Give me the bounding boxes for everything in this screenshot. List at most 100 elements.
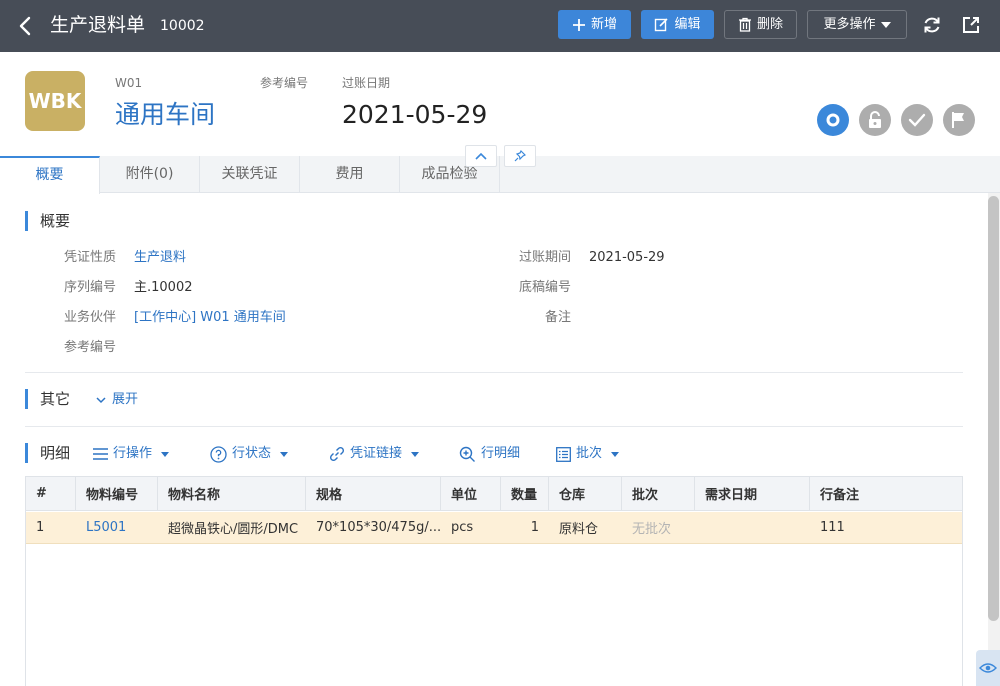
detail-section-title: 明细 bbox=[25, 443, 70, 463]
row-status-menu[interactable]: 行状态 bbox=[210, 445, 289, 463]
flag-icon bbox=[952, 112, 964, 128]
other-section-title: 其它 bbox=[25, 389, 70, 409]
voucher-link-label: 凭证链接 bbox=[350, 446, 403, 461]
list-icon bbox=[93, 448, 108, 460]
pin-icon bbox=[514, 150, 526, 162]
add-button[interactable]: 新增 bbox=[558, 10, 631, 39]
posting-date-label: 过账日期 bbox=[342, 76, 391, 90]
voucher-type-value[interactable]: 生产退料 bbox=[134, 249, 186, 267]
voucher-link-menu[interactable]: 凭证链接 bbox=[329, 445, 420, 463]
link-icon bbox=[329, 446, 345, 462]
serial-number-label: 序列编号 bbox=[63, 280, 116, 295]
column-header: 批次 bbox=[622, 477, 695, 510]
partner-name: 通用车间 bbox=[115, 100, 216, 129]
edit-icon bbox=[655, 18, 669, 32]
partner-value[interactable]: [工作中心] W01 通用车间 bbox=[134, 309, 286, 327]
detail-table: # 物料编号 物料名称 规格 单位 数量 仓库 批次 需求日期 行备注 1 L5… bbox=[25, 476, 963, 686]
eye-icon bbox=[979, 663, 997, 673]
posting-period-label: 过账期间 bbox=[518, 250, 571, 265]
check-icon bbox=[908, 113, 926, 127]
flag-button[interactable] bbox=[943, 104, 975, 136]
row-operations-label: 行操作 bbox=[113, 446, 153, 461]
view-toggle-button[interactable] bbox=[976, 650, 1000, 686]
row-number: 1 bbox=[36, 520, 45, 535]
expand-other-button[interactable]: 展开 bbox=[96, 391, 138, 409]
table-header: # 物料编号 物料名称 规格 单位 数量 仓库 批次 需求日期 行备注 bbox=[26, 477, 962, 511]
material-code[interactable]: L5001 bbox=[76, 512, 158, 543]
tab-expenses[interactable]: 费用 bbox=[300, 156, 400, 193]
vertical-scrollbar-thumb[interactable] bbox=[988, 196, 999, 621]
caret-down-icon bbox=[161, 451, 170, 457]
reference-number-label: 参考编号 bbox=[260, 76, 309, 90]
circle-icon bbox=[826, 113, 840, 127]
refresh-icon[interactable] bbox=[921, 14, 943, 36]
column-header: 数量 bbox=[501, 477, 549, 510]
summary-section-title: 概要 bbox=[25, 211, 70, 231]
expand-label: 展开 bbox=[112, 392, 139, 407]
voucher-type-label: 凭证性质 bbox=[63, 250, 116, 265]
column-header: 仓库 bbox=[549, 477, 622, 510]
column-header: 行备注 bbox=[820, 488, 860, 503]
caret-down-icon bbox=[611, 451, 620, 457]
more-actions-label: 更多操作 bbox=[823, 17, 876, 32]
reference-label: 参考编号 bbox=[63, 340, 116, 355]
tab-related-vouchers[interactable]: 关联凭证 bbox=[200, 156, 300, 193]
column-header: 单位 bbox=[441, 477, 501, 510]
row-detail-label: 行明细 bbox=[481, 446, 521, 461]
chevron-down-icon bbox=[96, 396, 106, 403]
pin-header-button[interactable] bbox=[504, 145, 536, 167]
row-remark: 111 bbox=[820, 520, 845, 535]
column-header: 规格 bbox=[306, 477, 441, 510]
caret-down-icon bbox=[280, 451, 289, 457]
chevron-up-icon bbox=[475, 152, 487, 160]
column-header: 需求日期 bbox=[695, 477, 810, 510]
trash-icon bbox=[738, 17, 751, 32]
document-title: 生产退料单 bbox=[50, 14, 146, 36]
draft-number-label: 底稿编号 bbox=[518, 280, 571, 295]
remark-label: 备注 bbox=[544, 310, 571, 325]
plus-icon bbox=[572, 18, 585, 31]
edit-button-label: 编辑 bbox=[674, 17, 701, 32]
table-row[interactable]: 1 L5001 超微晶铁心/圆形/DMC 70*105*30/475g/... … bbox=[26, 512, 962, 544]
row-operations-menu[interactable]: 行操作 bbox=[93, 445, 170, 463]
column-header: 物料名称 bbox=[158, 477, 306, 510]
partner-label: 业务伙伴 bbox=[63, 310, 116, 325]
need-date bbox=[695, 512, 810, 543]
batch-label: 批次 bbox=[576, 446, 603, 461]
serial-number-value: 主.10002 bbox=[134, 280, 193, 295]
posting-period-value: 2021-05-29 bbox=[589, 250, 665, 265]
batch-menu[interactable]: 批次 bbox=[556, 445, 620, 463]
approve-button[interactable] bbox=[901, 104, 933, 136]
warehouse: 原料仓 bbox=[559, 522, 599, 537]
tab-attachments[interactable]: 附件(0) bbox=[100, 156, 200, 193]
tab-summary[interactable]: 概要 bbox=[0, 156, 100, 194]
row-status-label: 行状态 bbox=[232, 446, 272, 461]
zoom-in-icon bbox=[459, 446, 475, 462]
batch-list-icon bbox=[556, 446, 571, 462]
section-divider bbox=[25, 426, 963, 427]
partner-code: W01 bbox=[115, 76, 143, 90]
section-divider bbox=[25, 372, 963, 373]
partner-logo: WBK bbox=[25, 71, 85, 131]
delete-button-label: 删除 bbox=[756, 17, 783, 32]
top-bar: 生产退料单 10002 新增 编辑 删除 更多操作 bbox=[0, 0, 1000, 52]
caret-down-icon bbox=[880, 21, 891, 28]
share-icon[interactable] bbox=[960, 14, 982, 36]
specification: 70*105*30/475g/... bbox=[316, 520, 441, 535]
column-header: 物料编号 bbox=[76, 477, 158, 510]
collapse-header-button[interactable] bbox=[465, 145, 497, 167]
caret-down-icon bbox=[411, 451, 420, 457]
document-number: 10002 bbox=[160, 18, 205, 34]
row-detail-button[interactable]: 行明细 bbox=[459, 445, 520, 463]
delete-button[interactable]: 删除 bbox=[724, 10, 797, 39]
back-icon[interactable] bbox=[16, 14, 36, 38]
add-button-label: 新增 bbox=[590, 17, 617, 32]
material-name: 超微晶铁心/圆形/DMC bbox=[168, 522, 299, 537]
more-actions-button[interactable]: 更多操作 bbox=[807, 10, 907, 39]
edit-button[interactable]: 编辑 bbox=[641, 10, 714, 39]
status-open-button[interactable] bbox=[817, 104, 849, 136]
tab-bar: 概要 附件(0) 关联凭证 费用 成品检验 bbox=[0, 156, 1000, 194]
batch: 无批次 bbox=[632, 522, 672, 537]
unlock-button[interactable] bbox=[859, 104, 891, 136]
column-header: # bbox=[26, 477, 76, 510]
